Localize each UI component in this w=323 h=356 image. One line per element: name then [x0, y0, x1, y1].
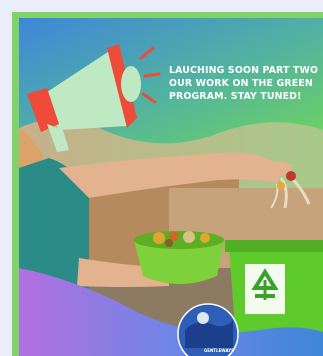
announcement-text: LAUCHING SOON PART TWO OUR WORK ON THE G…: [169, 64, 323, 103]
announcement-line-2: OUR WORK ON THE GREEN: [169, 78, 313, 89]
announcement-line-1: LAUCHING SOON PART TWO: [169, 65, 319, 76]
poster-frame: LAUCHING SOON PART TWO OUR WORK ON THE G…: [12, 12, 323, 356]
poster: LAUCHING SOON PART TWO OUR WORK ON THE G…: [19, 18, 323, 356]
announcement-line-3: PROGRAM. STAY TUNED!: [169, 91, 302, 102]
logo-text: GENTLEWAYS: [203, 348, 235, 353]
